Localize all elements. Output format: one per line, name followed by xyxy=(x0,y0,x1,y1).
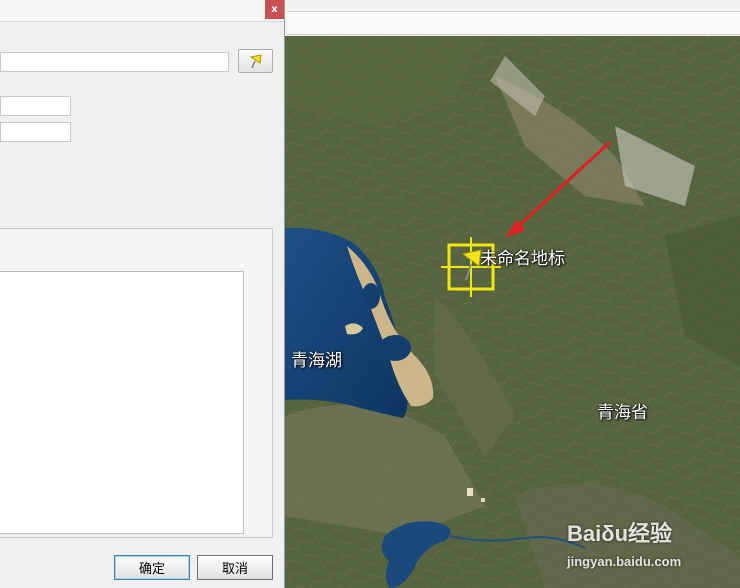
placemark-marker[interactable] xyxy=(285,36,740,588)
map-toolbar-strip xyxy=(287,11,740,35)
longitude-field[interactable] xyxy=(0,122,71,142)
dialog-titlebar[interactable]: x xyxy=(0,0,284,22)
watermark-brand: Baiδu经验 xyxy=(567,521,673,546)
watermark-url: jingyan.baidu.com xyxy=(567,554,682,569)
ok-button[interactable]: 确定 xyxy=(114,555,190,580)
pushpin-icon xyxy=(249,54,262,69)
satellite-map[interactable]: 未命名地标 青海湖 青海省 Baiδu经验 jingyan.baidu.com xyxy=(285,36,740,588)
placemark-label[interactable]: 未命名地标 xyxy=(480,244,565,269)
close-button[interactable]: x xyxy=(265,0,284,19)
placemark-dialog: x 确定 取消 xyxy=(0,0,285,588)
cancel-button[interactable]: 取消 xyxy=(197,555,273,580)
description-textarea[interactable] xyxy=(0,271,244,534)
latitude-field[interactable] xyxy=(0,96,71,116)
lake-label: 青海湖 xyxy=(291,351,342,371)
map-toolbar xyxy=(285,0,740,36)
province-label: 青海省 xyxy=(597,403,648,423)
name-input[interactable] xyxy=(0,52,229,72)
icon-picker-button[interactable] xyxy=(238,49,273,73)
